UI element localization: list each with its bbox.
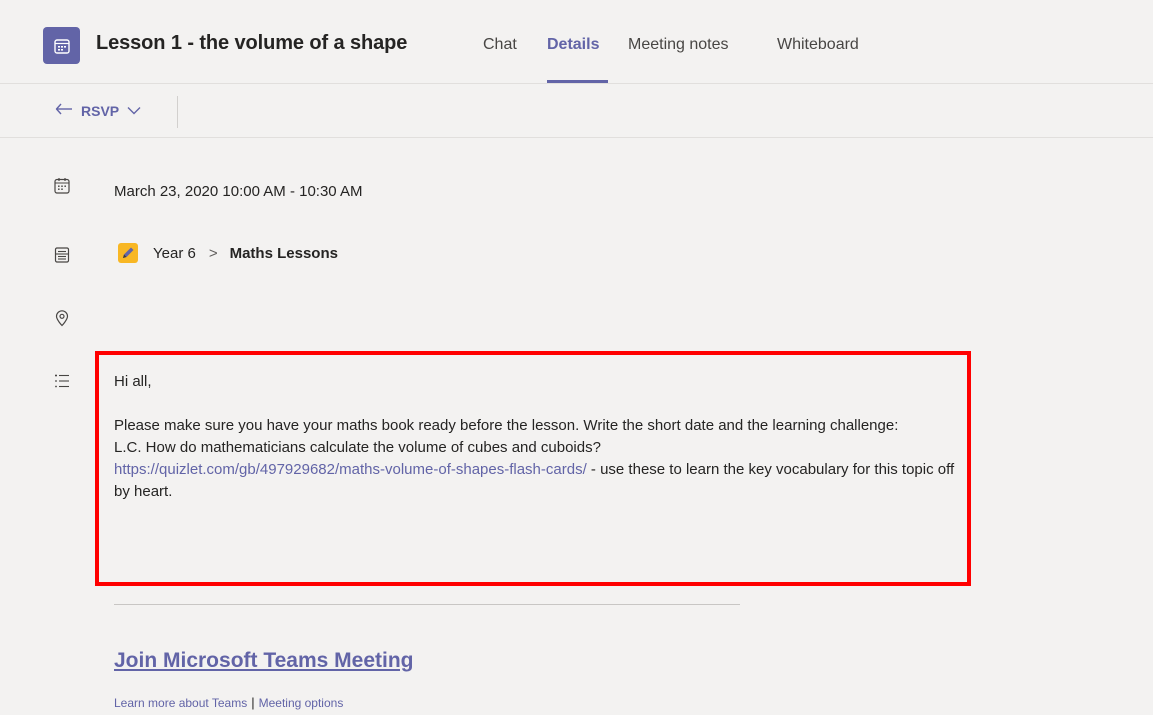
description-greeting: Hi all, (114, 373, 152, 390)
calendar-icon (53, 177, 71, 195)
bulleted-list-icon (53, 372, 71, 390)
meeting-footer-links: Learn more about Teams | Meeting options (114, 695, 343, 710)
quizlet-link[interactable]: https://quizlet.com/gb/497929682/maths-v… (114, 461, 587, 478)
toolbar-divider (177, 96, 178, 128)
join-meeting-link[interactable]: Join Microsoft Teams Meeting (114, 649, 414, 673)
meeting-toolbar: RSVP (0, 84, 1153, 138)
tab-details[interactable]: Details (547, 36, 599, 54)
active-tab-indicator (547, 80, 608, 83)
tab-meeting-notes[interactable]: Meeting notes (628, 36, 729, 54)
meeting-datetime: March 23, 2020 10:00 AM - 10:30 AM (114, 183, 363, 200)
meeting-details-page: Lesson 1 - the volume of a shape Chat De… (0, 0, 1153, 715)
team-pencil-icon (118, 243, 138, 263)
tab-whiteboard[interactable]: Whiteboard (777, 36, 859, 54)
footer-separator: | (251, 695, 255, 710)
rsvp-label: RSVP (81, 102, 120, 119)
team-name: Year 6 (153, 244, 196, 262)
channel-breadcrumb[interactable]: Year 6 > Maths Lessons (118, 243, 338, 263)
description-divider (114, 604, 740, 605)
meeting-description: Hi all, Please make sure you have your m… (114, 371, 964, 503)
meeting-options-link[interactable]: Meeting options (259, 696, 344, 710)
channel-icon (53, 246, 71, 264)
location-pin-icon (53, 309, 71, 327)
reply-arrow-icon (55, 102, 73, 119)
tab-chat[interactable]: Chat (483, 36, 517, 54)
chevron-down-icon[interactable] (127, 102, 141, 119)
description-link-paragraph: https://quizlet.com/gb/497929682/maths-v… (114, 459, 964, 503)
learn-more-link[interactable]: Learn more about Teams (114, 696, 247, 710)
meeting-title: Lesson 1 - the volume of a shape (96, 32, 408, 54)
breadcrumb-separator: > (208, 244, 218, 262)
calendar-icon (43, 27, 80, 64)
channel-name: Maths Lessons (229, 244, 338, 262)
rsvp-button[interactable]: RSVP (55, 102, 141, 119)
description-line-1: Please make sure you have your maths boo… (114, 417, 899, 434)
description-line-2: L.C. How do mathematicians calculate the… (114, 439, 601, 456)
meeting-header: Lesson 1 - the volume of a shape Chat De… (0, 0, 1153, 84)
